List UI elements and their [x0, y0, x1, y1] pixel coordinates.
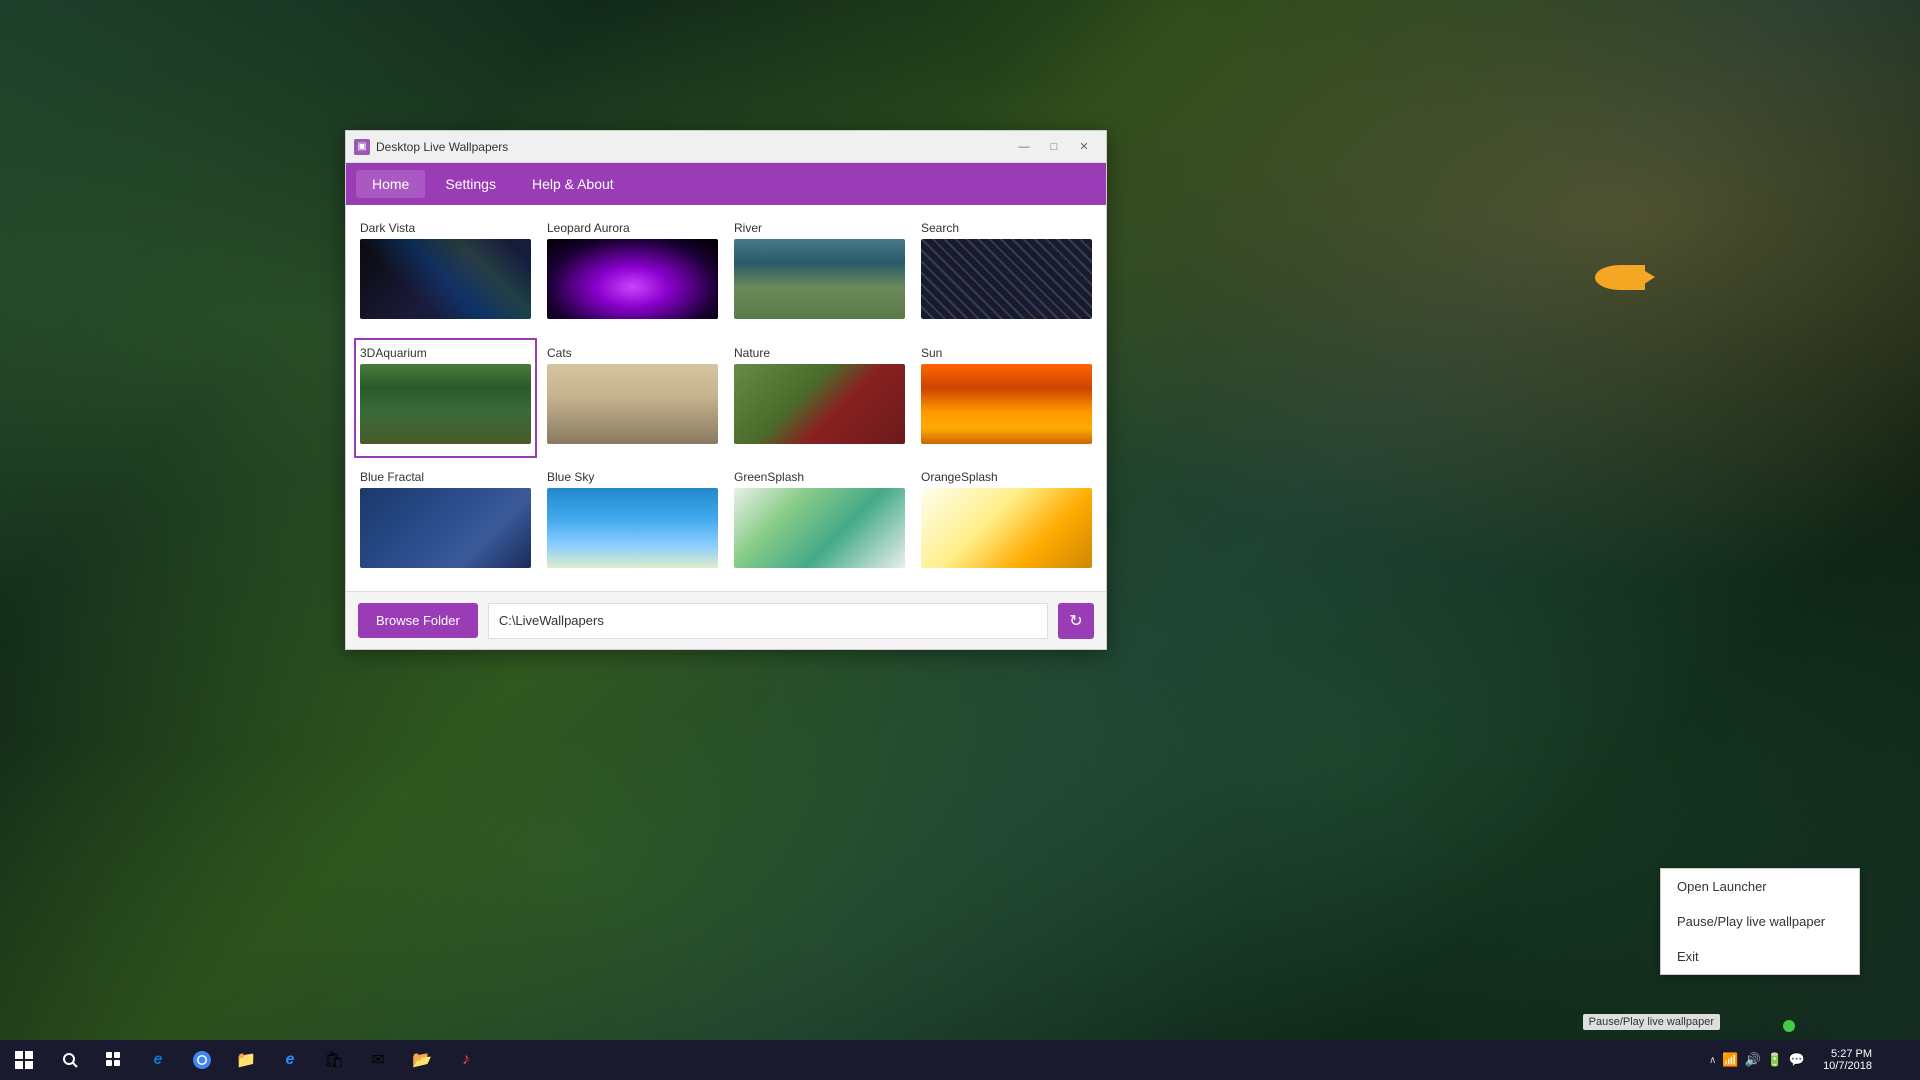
wallpaper-thumb-search — [921, 239, 1092, 319]
tray-active-indicator — [1783, 1020, 1795, 1032]
menu-item-home[interactable]: Home — [356, 170, 425, 198]
taskbar-app-mail[interactable]: ✉ — [356, 1040, 400, 1080]
wallpaper-label-greensplash: GreenSplash — [734, 468, 905, 488]
wallpaper-item-sun[interactable]: Sun — [915, 338, 1098, 459]
wallpaper-item-greensplash[interactable]: GreenSplash — [728, 462, 911, 583]
wallpaper-thumb-dark-vista — [360, 239, 531, 319]
taskbar-app-store[interactable]: 🛍 — [312, 1040, 356, 1080]
wallpaper-item-3daquarium[interactable]: 3DAquarium — [354, 338, 537, 459]
app-icon: ▣ — [354, 139, 370, 155]
wallpaper-label-search: Search — [921, 219, 1092, 239]
context-item-exit[interactable]: Exit — [1661, 939, 1859, 974]
tray-battery[interactable]: 🔋 — [1767, 1052, 1783, 1068]
tray-volume[interactable]: 🔊 — [1745, 1052, 1761, 1068]
tray-chevron[interactable]: ∧ — [1709, 1055, 1716, 1066]
wallpaper-label-orangesplash: OrangeSplash — [921, 468, 1092, 488]
taskbar-app-chrome[interactable] — [180, 1040, 224, 1080]
wallpaper-thumb-leopard-aurora — [547, 239, 718, 319]
bottom-bar: Browse Folder C:\LiveWallpapers ↻ — [346, 591, 1106, 649]
taskbar-app-files[interactable]: 📁 — [224, 1040, 268, 1080]
wallpaper-thumb-sun — [921, 364, 1092, 444]
fish-tail — [1635, 265, 1655, 290]
wallpaper-label-blue-fractal: Blue Fractal — [360, 468, 531, 488]
taskbar-clock[interactable]: 5:27 PM 10/7/2018 — [1815, 1048, 1880, 1072]
wallpaper-thumb-blue-fractal — [360, 488, 531, 568]
wallpaper-label-nature: Nature — [734, 344, 905, 364]
taskbar-task-view-button[interactable] — [92, 1040, 136, 1080]
refresh-button[interactable]: ↻ — [1058, 603, 1094, 639]
minimize-button[interactable]: — — [1010, 137, 1038, 157]
wallpaper-item-cats[interactable]: Cats — [541, 338, 724, 459]
wallpaper-label-leopard-aurora: Leopard Aurora — [547, 219, 718, 239]
context-menu: Open Launcher Pause/Play live wallpaper … — [1660, 868, 1860, 975]
taskbar-app-ie[interactable]: e — [268, 1040, 312, 1080]
title-bar: ▣ Desktop Live Wallpapers — □ ✕ — [346, 131, 1106, 163]
app-window: ▣ Desktop Live Wallpapers — □ ✕ Home Set… — [345, 130, 1107, 650]
browse-folder-button[interactable]: Browse Folder — [358, 603, 478, 638]
wallpaper-thumb-nature — [734, 364, 905, 444]
content-area: Dark Vista Leopard Aurora River Search 3… — [346, 205, 1106, 649]
tray-notification[interactable]: 💬 — [1789, 1052, 1805, 1068]
wallpaper-thumb-blue-sky — [547, 488, 718, 568]
show-desktop-button[interactable] — [1884, 1040, 1912, 1080]
start-button[interactable] — [0, 1040, 48, 1080]
menu-item-help[interactable]: Help & About — [516, 170, 630, 198]
wallpaper-item-blue-sky[interactable]: Blue Sky — [541, 462, 724, 583]
wallpaper-thumb-greensplash — [734, 488, 905, 568]
maximize-button[interactable]: □ — [1040, 137, 1068, 157]
window-title: Desktop Live Wallpapers — [376, 140, 1010, 154]
context-item-open-launcher[interactable]: Open Launcher — [1661, 869, 1859, 904]
pause-play-floating-label: Pause/Play live wallpaper — [1583, 1014, 1720, 1030]
taskbar-app-edge[interactable]: e — [136, 1040, 180, 1080]
wallpaper-item-orangesplash[interactable]: OrangeSplash — [915, 462, 1098, 583]
wallpaper-label-dark-vista: Dark Vista — [360, 219, 531, 239]
folder-path-display: C:\LiveWallpapers — [488, 603, 1048, 639]
window-controls: — □ ✕ — [1010, 137, 1098, 157]
wallpaper-item-leopard-aurora[interactable]: Leopard Aurora — [541, 213, 724, 334]
wallpaper-thumb-3daquarium — [360, 364, 531, 444]
wallpaper-thumb-orangesplash — [921, 488, 1092, 568]
menu-bar: Home Settings Help & About — [346, 163, 1106, 205]
wallpaper-item-dark-vista[interactable]: Dark Vista — [354, 213, 537, 334]
wallpaper-item-nature[interactable]: Nature — [728, 338, 911, 459]
tray-network[interactable]: 📶 — [1722, 1052, 1738, 1068]
taskbar-search-button[interactable] — [48, 1040, 92, 1080]
close-button[interactable]: ✕ — [1070, 137, 1098, 157]
context-item-pause-play[interactable]: Pause/Play live wallpaper — [1661, 904, 1859, 939]
taskbar-app-itunes[interactable]: ♪ — [444, 1040, 488, 1080]
wallpaper-label-sun: Sun — [921, 344, 1092, 364]
wallpaper-label-blue-sky: Blue Sky — [547, 468, 718, 488]
taskbar-system-icons: ∧ 📶 🔊 🔋 💬 — [1703, 1052, 1811, 1068]
wallpaper-thumb-river — [734, 239, 905, 319]
taskbar: e 📁 e 🛍 ✉ 📂 ♪ ∧ 📶 🔊 🔋 💬 5:27 PM 10/7/201… — [0, 1040, 1920, 1080]
date-display: 10/7/2018 — [1823, 1060, 1872, 1072]
menu-item-settings[interactable]: Settings — [429, 170, 512, 198]
wallpaper-thumb-cats — [547, 364, 718, 444]
wallpaper-label-cats: Cats — [547, 344, 718, 364]
taskbar-right-area: ∧ 📶 🔊 🔋 💬 5:27 PM 10/7/2018 — [1703, 1040, 1920, 1080]
wallpaper-label-3daquarium: 3DAquarium — [360, 344, 531, 364]
wallpaper-label-river: River — [734, 219, 905, 239]
wallpaper-item-search[interactable]: Search — [915, 213, 1098, 334]
wallpaper-item-river[interactable]: River — [728, 213, 911, 334]
wallpaper-grid: Dark Vista Leopard Aurora River Search 3… — [346, 205, 1106, 591]
wallpaper-item-blue-fractal[interactable]: Blue Fractal — [354, 462, 537, 583]
time-display: 5:27 PM — [1831, 1048, 1872, 1060]
taskbar-app-folder[interactable]: 📂 — [400, 1040, 444, 1080]
